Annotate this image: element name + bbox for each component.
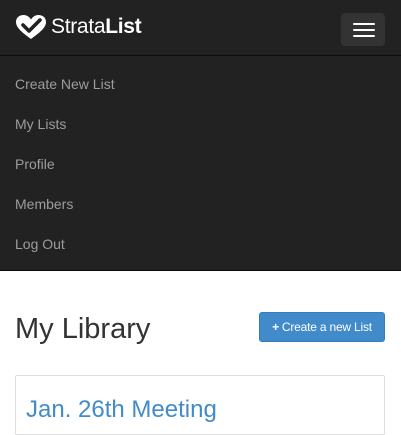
nav-item-my-lists[interactable]: My Lists [0, 104, 401, 144]
nav-menu: Create New List My Lists Profile Members… [0, 64, 401, 264]
create-new-list-label: Create a new List [281, 320, 372, 334]
brand-logo[interactable]: StrataList [15, 13, 142, 41]
page-title: My Library [15, 313, 151, 345]
plus-icon: + [272, 320, 279, 334]
hamburger-menu-button[interactable] [341, 13, 385, 46]
nav-item-create-new-list[interactable]: Create New List [0, 64, 401, 104]
nav-item-profile[interactable]: Profile [0, 144, 401, 184]
navbar-divider [0, 270, 401, 271]
hamburger-bar [353, 29, 375, 31]
list-card-title[interactable]: Jan. 26th Meeting [26, 395, 217, 425]
hamburger-menu-icon [353, 23, 375, 25]
create-new-list-button[interactable]: + Create a new List [259, 312, 385, 342]
check-heart-logo-icon [15, 14, 47, 40]
navbar-header: StrataList [0, 0, 401, 56]
brand-name: StrataList [51, 15, 142, 38]
list-card[interactable]: Jan. 26th Meeting [15, 375, 385, 435]
hamburger-bar [353, 35, 375, 37]
nav-item-log-out[interactable]: Log Out [0, 224, 401, 264]
navbar: StrataList Create New List My Lists Prof… [0, 0, 401, 271]
nav-item-members[interactable]: Members [0, 184, 401, 224]
